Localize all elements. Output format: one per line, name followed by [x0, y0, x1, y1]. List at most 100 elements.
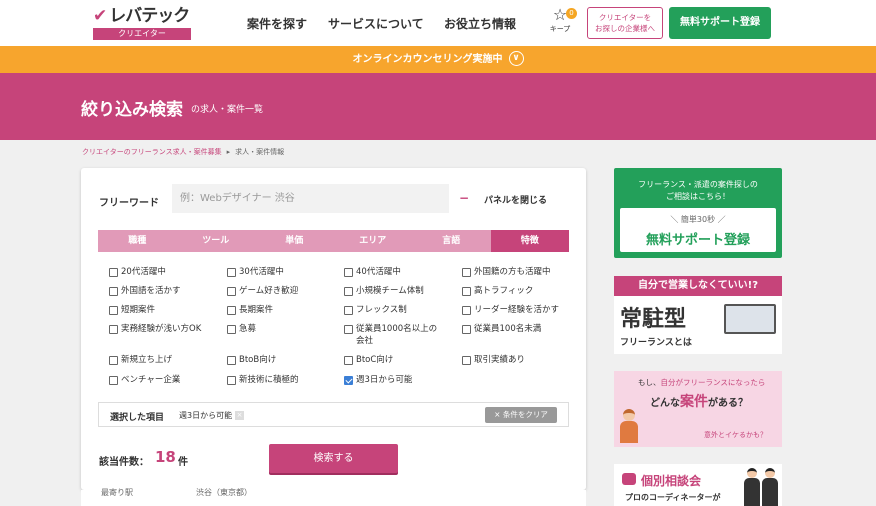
feature-checkbox[interactable]: 長期案件 — [227, 304, 273, 316]
sidebar-consultation-banner[interactable]: 個別相談会 プロのコーディネーターが — [614, 464, 782, 506]
search-button[interactable]: 検索する — [269, 444, 398, 473]
site-logo[interactable]: ✔ レバテック クリエイター — [93, 6, 191, 40]
selected-chip-label: 週3日から可能 — [179, 411, 233, 420]
tab-tools[interactable]: ツール — [176, 230, 255, 252]
checkbox-box[interactable] — [462, 324, 471, 334]
breadcrumb-current: 求人・案件情報 — [235, 148, 285, 156]
clear-conditions-button[interactable]: × 条件をクリア — [485, 407, 557, 423]
feature-checkbox[interactable]: 週3日から可能 — [344, 374, 412, 386]
result-count-unit: 件 — [178, 457, 188, 468]
ad4-title: 個別相談会 — [641, 474, 702, 488]
feature-checkbox[interactable]: BtoB向け — [227, 354, 276, 366]
breadcrumb-separator-icon: ▸ — [226, 148, 231, 156]
client-button-line1: クリエイターを — [598, 13, 652, 22]
feature-label: BtoC向け — [356, 355, 394, 365]
checkbox-box[interactable] — [344, 305, 353, 315]
person-photo-icon — [762, 468, 778, 506]
selected-items-box: 選択した項目 週3日から可能 × × 条件をクリア — [98, 402, 569, 427]
checkbox-box[interactable] — [227, 267, 236, 277]
checkbox-box[interactable] — [462, 305, 471, 315]
feature-checkbox[interactable]: 30代活躍中 — [227, 266, 284, 278]
nav-about-service[interactable]: サービスについて — [328, 15, 424, 32]
feature-label: 週3日から可能 — [356, 375, 413, 385]
checkbox-box[interactable] — [344, 286, 353, 296]
person-head — [623, 409, 635, 421]
feature-checkbox[interactable]: 20代活躍中 — [109, 266, 166, 278]
feature-checkbox[interactable]: 外国語を活かす — [109, 285, 181, 297]
feature-checkbox[interactable]: 40代活躍中 — [344, 266, 401, 278]
page-title: 絞り込み検索 — [81, 100, 183, 120]
checkbox-box[interactable] — [344, 267, 353, 277]
feature-checkbox[interactable]: 短期案件 — [109, 304, 155, 316]
feature-checkbox[interactable]: ゲーム好き歓迎 — [227, 285, 298, 297]
checkbox-box[interactable] — [344, 324, 353, 334]
tab-area[interactable]: エリア — [333, 230, 412, 252]
close-panel-button[interactable]: パネルを閉じる — [484, 193, 547, 206]
feature-checkbox[interactable]: 高トラフィック — [462, 285, 533, 297]
feature-label: 30代活躍中 — [239, 267, 284, 277]
feature-checkbox[interactable]: 新規立ち上げ — [109, 354, 172, 366]
checkbox-box[interactable] — [109, 355, 118, 365]
feature-label: リーダー経験を活かす — [474, 305, 560, 315]
ad1-line2: ご相談はこちら！ — [666, 192, 730, 201]
tab-features[interactable]: 特徴 — [490, 230, 569, 252]
feature-checkbox[interactable]: 従業員100名未満 — [462, 323, 541, 335]
checkbox-box[interactable] — [462, 267, 471, 277]
sidebar-register-banner[interactable]: フリーランス・派遣の案件探しの ご相談はこちら！ ＼ 簡単30秒 ／ 無料サポー… — [614, 168, 782, 258]
sidebar-resident-banner[interactable]: 自分で営業しなくていい!? 常駐型 フリーランスとは — [614, 276, 782, 354]
feature-checkbox[interactable]: BtoC向け — [344, 354, 393, 366]
feature-label: 20代活躍中 — [121, 267, 166, 277]
checkbox-box-checked[interactable] — [344, 375, 353, 385]
checkbox-box[interactable] — [462, 286, 471, 296]
checkbox-box[interactable] — [462, 355, 471, 365]
checkbox-box[interactable] — [227, 286, 236, 296]
sidebar-whatif-banner[interactable]: もし、自分がフリーランスになったら どんな案件がある？ 意外とイケるかも？ — [614, 371, 782, 447]
feature-label: 従業員100名未満 — [474, 324, 542, 334]
tab-rate[interactable]: 単価 — [255, 230, 334, 252]
checkbox-box[interactable] — [227, 375, 236, 385]
feature-checkbox[interactable]: 実務経験が浅い方OK — [109, 323, 201, 335]
feature-label: ゲーム好き歓迎 — [239, 286, 299, 296]
filter-tabs: 職種 ツール 単価 エリア 言語 特徴 — [98, 230, 569, 252]
feature-label-line2: 会社 — [356, 336, 374, 346]
checkbox-box[interactable] — [109, 267, 118, 277]
feature-checkbox[interactable]: 小規模チーム体制 — [344, 285, 424, 297]
tab-language[interactable]: 言語 — [412, 230, 491, 252]
checkbox-box[interactable] — [109, 375, 118, 385]
feature-checkbox[interactable]: フレックス制 — [344, 304, 407, 316]
feature-checkbox[interactable]: 取引実績あり — [462, 354, 525, 366]
feature-checkbox[interactable]: 外国籍の方も活躍中 — [462, 266, 551, 278]
checkbox-box[interactable] — [109, 286, 118, 296]
checkbox-box[interactable] — [227, 305, 236, 315]
checkbox-box[interactable] — [227, 324, 236, 334]
feature-label: 急募 — [239, 324, 257, 334]
checkbox-box[interactable] — [109, 305, 118, 315]
feature-checkbox[interactable]: 急募 — [227, 323, 256, 335]
ad1-button[interactable]: ＼ 簡単30秒 ／ 無料サポート登録 — [620, 208, 776, 252]
feature-checkbox[interactable]: 新技術に積極的 — [227, 374, 299, 386]
nav-useful-info[interactable]: お役立ち情報 — [444, 15, 516, 32]
client-companies-button[interactable]: クリエイターを お探しの企業様へ — [587, 7, 663, 39]
free-register-button[interactable]: 無料サポート登録 — [669, 7, 771, 39]
minus-icon[interactable]: − — [459, 191, 469, 205]
remove-chip-icon[interactable]: × — [235, 411, 245, 420]
checkbox-box[interactable] — [109, 324, 118, 334]
feature-checkbox[interactable]: リーダー経験を活かす — [462, 304, 559, 316]
feature-label: フレックス制 — [356, 305, 407, 315]
feature-label: BtoB向け — [239, 355, 277, 365]
feature-checkbox[interactable]: 従業員1000名以上の 会社 — [344, 323, 437, 347]
feature-label: 新技術に積極的 — [239, 375, 299, 385]
freeword-label: フリーワード — [99, 198, 159, 209]
checkbox-box[interactable] — [344, 355, 353, 365]
tab-occupation[interactable]: 職種 — [98, 230, 177, 252]
feature-checkbox[interactable]: ベンチャー企業 — [109, 374, 180, 386]
feature-label: 小規模チーム体制 — [356, 286, 424, 296]
nav-find-jobs[interactable]: 案件を探す — [247, 15, 307, 32]
keep-button[interactable]: ☆ 0 キープ — [547, 6, 577, 38]
checkbox-box[interactable] — [227, 355, 236, 365]
breadcrumb-link[interactable]: クリエイターのフリーランス求人・案件募集 — [82, 148, 222, 156]
freeword-input[interactable] — [172, 184, 449, 213]
page-banner: 絞り込み検索 の求人・案件一覧 — [0, 73, 876, 140]
station-value: 渋谷（東京都） — [196, 488, 252, 497]
online-counseling-bar[interactable]: オンラインカウンセリング実施中 ∨ — [0, 46, 876, 73]
